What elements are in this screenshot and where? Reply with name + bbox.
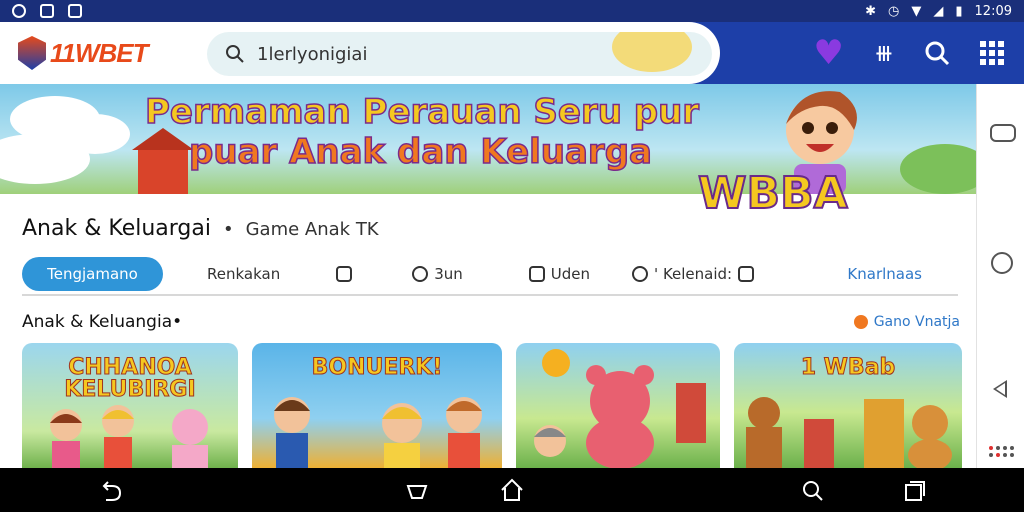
cloud-decoration — [900, 144, 976, 194]
bluetooth-icon: ✱ — [865, 3, 877, 19]
header-actions: ♥ ⧻ — [813, 36, 1004, 70]
gallery-icon — [68, 4, 82, 18]
logo-text: 11WBET — [50, 37, 149, 68]
tab-kelenaid[interactable]: ' Kelenaid: — [632, 257, 755, 291]
game-card[interactable]: CHHANOA KELUBIRGI — [22, 343, 238, 469]
game-card[interactable] — [516, 343, 720, 469]
basket-icon — [738, 266, 755, 282]
tab-label: Uden — [550, 265, 591, 283]
kids-illustration — [50, 405, 208, 469]
banner-title-line2: puar Anak dan Keluarga — [188, 131, 652, 173]
banner-badge: WBBA — [697, 167, 849, 220]
page-subtitle: Game Anak TK — [245, 219, 379, 240]
kids-illustration — [274, 397, 482, 469]
category-tabs: Tengjamano Renkakan 3un Uden ' Kelenaid:… — [22, 254, 958, 296]
search-icon[interactable] — [924, 40, 950, 66]
search-icon[interactable] — [802, 480, 824, 502]
orange-dot-icon — [853, 315, 868, 329]
tab-renkakan[interactable]: Renkakan — [207, 257, 280, 291]
card-title: CHHANOA KELUBIRGI — [64, 355, 196, 402]
section-header: Anak & Keluangia• Gano Vnatja — [22, 312, 960, 332]
alarm-icon: ◷ — [888, 3, 900, 19]
search-input[interactable] — [257, 43, 557, 65]
game-cards: CHHANOA KELUBIRGI BONUERK! 1 WBab — [22, 343, 962, 469]
search-bar[interactable] — [207, 32, 712, 76]
chat-icon — [12, 4, 26, 18]
tab-3un[interactable]: 3un — [412, 257, 463, 291]
section-link-label: Gano Vnatja — [873, 314, 960, 330]
card-title: 1 WBab — [800, 355, 896, 380]
game-card[interactable]: 1 WBab — [734, 343, 962, 469]
app-header: 11WBET ♥ ⧻ — [0, 22, 1024, 84]
tab-label: Renkakan — [207, 265, 281, 283]
recents-icon[interactable] — [904, 480, 926, 502]
status-right-icons: ✱ ◷ ▼ ◢ ▮ 12:09 — [865, 4, 1012, 19]
back-icon[interactable] — [100, 480, 124, 502]
home-circle-icon[interactable] — [991, 252, 1013, 274]
tab-label: ' Kelenaid: — [654, 265, 733, 283]
banner-title: Permaman Perauan Seru pur puar Anak dan … — [144, 91, 700, 173]
page-title: Anak & Keluargai — [22, 216, 211, 241]
back-triangle-icon[interactable] — [993, 380, 1007, 398]
tab-label: Knarlnaas — [847, 265, 922, 283]
battery-icon: ▮ — [955, 3, 963, 19]
wifi-icon: ▼ — [911, 3, 922, 19]
tab-label: 3un — [434, 265, 463, 283]
status-bar: ✱ ◷ ▼ ◢ ▮ 12:09 — [0, 0, 1024, 22]
tab-chat[interactable] — [336, 257, 353, 291]
teddy-bear-illustration — [534, 349, 706, 469]
signal-icon: ◢ — [933, 3, 944, 19]
side-system-bar — [976, 84, 1024, 468]
pin-icon — [528, 266, 545, 282]
heart-icon[interactable]: ♥ — [813, 36, 843, 70]
section-link[interactable]: Gano Vnatja — [853, 314, 960, 330]
banner-title-line1: Permaman Perauan Seru pur — [144, 91, 700, 133]
tab-tengjamano[interactable]: Tengjamano — [22, 257, 163, 291]
game-controller-icon — [412, 266, 429, 282]
logo-shield-icon — [18, 36, 46, 70]
page-separator: • — [222, 219, 234, 240]
page-heading: Anak & Keluargai • Game Anak TK — [22, 216, 379, 241]
status-left-icons — [12, 4, 82, 18]
home-icon[interactable] — [500, 478, 524, 502]
status-time: 12:09 — [974, 3, 1012, 19]
tab-label: Tengjamano — [47, 265, 138, 283]
tally-icon[interactable]: ⧻ — [874, 36, 894, 70]
home-button-icon[interactable] — [406, 484, 428, 500]
chat-bubble-icon — [336, 266, 353, 282]
tab-knarlnaas[interactable]: Knarlnaas — [847, 257, 922, 291]
game-card[interactable]: BONUERK! — [252, 343, 502, 469]
user-icon — [632, 266, 649, 282]
brand-logo[interactable]: 11WBET — [18, 36, 149, 70]
section-title: Anak & Keluangia• — [22, 312, 183, 332]
card-title: BONUERK! — [311, 355, 443, 380]
image-icon — [40, 4, 54, 18]
search-icon — [226, 45, 244, 63]
grid-menu-icon[interactable] — [980, 41, 1004, 65]
more-dots-icon[interactable] — [989, 446, 1014, 457]
animals-illustration — [746, 397, 952, 469]
search-decoration — [612, 32, 692, 72]
system-nav-bar — [0, 468, 1024, 512]
tab-uden[interactable]: Uden — [528, 257, 591, 291]
overview-icon[interactable] — [990, 124, 1016, 142]
